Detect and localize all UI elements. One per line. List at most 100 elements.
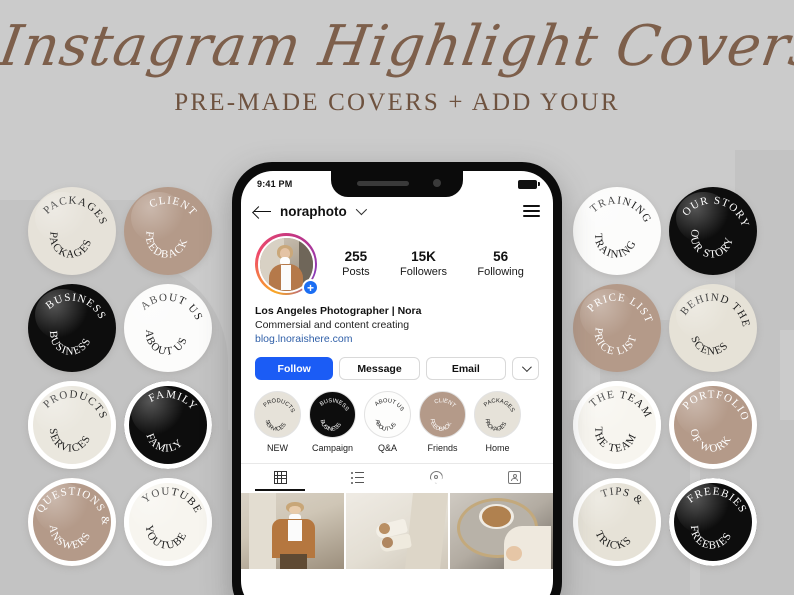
highlight-cover-thumb[interactable]: CLIENT FEEDBACK — [419, 391, 466, 438]
tagged-person-icon — [507, 471, 521, 484]
tab-places[interactable] — [397, 464, 475, 491]
more-options-button[interactable] — [511, 357, 539, 380]
cover-curved-text: OUR STORY OUR STORY — [679, 188, 756, 265]
photo-thumbnail[interactable] — [345, 493, 449, 569]
cover-curved-text: PORTFOLIO OF WORK — [679, 382, 756, 460]
cover-curved-text: TRAINING TRAINING — [586, 188, 657, 265]
hamburger-menu-icon[interactable] — [523, 205, 540, 217]
svg-text:SCENES: SCENES — [685, 333, 732, 362]
story-highlight[interactable]: PRODUCTS SERVICES NEW — [254, 391, 301, 454]
svg-text:OUR STORY: OUR STORY — [679, 188, 756, 232]
svg-text:FEEDBACK: FEEDBACK — [426, 417, 453, 435]
svg-text:PRODUCTS: PRODUCTS — [262, 395, 298, 415]
highlight-cover[interactable]: ABOUT US ABOUT US — [124, 284, 212, 372]
svg-text:CLIENT: CLIENT — [433, 396, 458, 410]
svg-text:FAMILY: FAMILY — [145, 384, 202, 415]
page-title: Instagram Highlight Covers — [0, 14, 794, 79]
highlight-cover-thumb[interactable]: PACKAGES PACKAGES — [474, 391, 521, 438]
bio-link[interactable]: blog.lnoraishere.com — [255, 332, 539, 346]
cover-curved-text: BEHIND THE SCENES — [677, 284, 758, 362]
highlight-cover[interactable]: BEHIND THE SCENES — [669, 284, 758, 372]
phone-notch — [331, 171, 463, 197]
svg-text:PORTFOLIO: PORTFOLIO — [679, 382, 756, 425]
profile-handle[interactable]: noraphoto — [280, 204, 347, 219]
tab-grid[interactable] — [241, 464, 319, 491]
highlight-cover[interactable]: CLIENT FEEDBACK — [124, 187, 212, 275]
highlight-cover[interactable]: PACKAGES PACKAGES — [28, 187, 116, 275]
cover-curved-text: FREEBIES FREEBIES — [684, 480, 753, 557]
photo-thumbnail[interactable] — [241, 493, 344, 569]
app-top-bar: noraphoto — [241, 197, 553, 225]
cover-curved-text: BUSINESS BUSINESS — [42, 285, 112, 362]
profile-tab-bar — [241, 463, 553, 491]
highlight-label: Friends — [427, 443, 458, 453]
story-highlight[interactable]: ABOUT US ABOUT US Q&A — [364, 391, 411, 454]
avatar[interactable]: + — [255, 233, 319, 296]
highlight-cover-thumb[interactable]: BUSINESS BUSINESS — [309, 391, 356, 438]
profile-stat[interactable]: 56 Following — [477, 248, 523, 280]
svg-text:ABOUT US: ABOUT US — [137, 285, 209, 325]
message-button[interactable]: Message — [339, 357, 420, 380]
stat-label: Followers — [399, 266, 448, 278]
cover-curved-text: FAMILY FAMILY — [141, 384, 202, 460]
stat-number: 255 — [344, 249, 368, 264]
highlight-cover[interactable]: PRICE LIST PRICE LIST — [573, 284, 661, 372]
highlight-cover[interactable]: QUESTIONS & ANSWERS — [28, 478, 118, 566]
cover-curved-text: TIPS & TRICKS — [590, 481, 648, 555]
cover-curved-text: PRICE LIST PRICE LIST — [584, 285, 660, 362]
cover-curved-text: BUSINESS BUSINESS — [317, 395, 352, 435]
list-icon — [351, 472, 365, 484]
phone-mockup: 9:41 PM noraphoto + 255 Posts 15K Follow… — [232, 162, 562, 595]
highlight-cover[interactable]: PRODUCTS SERVICES — [28, 381, 116, 469]
svg-text:THE TEAM: THE TEAM — [587, 424, 640, 460]
chevron-down-icon[interactable] — [355, 203, 367, 216]
highlight-cover[interactable]: BUSINESS BUSINESS — [28, 284, 116, 372]
profile-stat[interactable]: 15K Followers — [400, 248, 447, 280]
svg-text:PACKAGES: PACKAGES — [40, 188, 114, 229]
highlight-cover[interactable]: FAMILY FAMILY — [124, 381, 212, 469]
story-highlight[interactable]: BUSINESS BUSINESS Campaign — [309, 391, 356, 454]
photo-thumbnail[interactable] — [450, 493, 553, 569]
highlight-cover[interactable]: TRAINING TRAINING — [573, 187, 661, 275]
svg-text:YOUTUBE: YOUTUBE — [138, 480, 207, 518]
cover-curved-text: ABOUT US ABOUT US — [372, 395, 407, 435]
highlight-cover-thumb[interactable]: ABOUT US ABOUT US — [364, 391, 411, 438]
back-arrow-icon[interactable] — [254, 205, 271, 218]
svg-text:PACKAGES: PACKAGES — [482, 395, 517, 414]
follow-button[interactable]: Follow — [255, 357, 334, 380]
cover-curved-text: CLIENT FEEDBACK — [138, 190, 201, 265]
bio-name: Los Angeles Photographer | Nora — [255, 305, 422, 317]
profile-bio: Los Angeles Photographer | Nora Commersi… — [241, 295, 553, 346]
svg-text:ANSWERS: ANSWERS — [42, 522, 94, 556]
cover-curved-text: ABOUT US ABOUT US — [137, 285, 209, 362]
email-button[interactable]: Email — [425, 357, 506, 380]
highlight-label: Campaign — [311, 443, 354, 453]
highlight-cover[interactable]: FREEBIES FREEBIES — [669, 478, 757, 566]
svg-text:PRICE LIST: PRICE LIST — [587, 326, 639, 362]
tab-tagged[interactable] — [475, 464, 553, 491]
tab-guides[interactable] — [319, 464, 397, 491]
highlight-cover-thumb[interactable]: PRODUCTS SERVICES — [254, 391, 301, 438]
cover-curved-text: YOUTUBE YOUTUBE — [138, 480, 207, 556]
add-story-plus-icon[interactable]: + — [302, 279, 319, 296]
highlight-cover[interactable]: PORTFOLIO OF WORK — [669, 381, 757, 469]
highlight-cover[interactable]: TIPS & TRICKS — [573, 478, 661, 566]
stat-label: Posts — [342, 266, 370, 278]
story-highlight[interactable]: PACKAGES PACKAGES Home — [474, 391, 521, 454]
svg-text:TRAINING: TRAINING — [587, 230, 639, 265]
svg-text:FAMILY: FAMILY — [141, 430, 188, 460]
highlight-label: NEW — [267, 443, 288, 453]
earpiece-speaker — [357, 181, 409, 186]
svg-text:TIPS &: TIPS & — [597, 481, 647, 509]
story-highlight[interactable]: CLIENT FEEDBACK Friends — [419, 391, 466, 454]
svg-text:BUSINESS: BUSINESS — [42, 285, 112, 323]
profile-summary-row: + 255 Posts 15K Followers 56 Following — [241, 225, 553, 296]
svg-text:ABOUT US: ABOUT US — [372, 418, 399, 435]
svg-text:PRICE LIST: PRICE LIST — [584, 285, 660, 327]
battery-icon — [518, 179, 540, 189]
highlight-cover[interactable]: THE TEAM THE TEAM — [573, 381, 661, 469]
profile-stat[interactable]: 255 Posts — [342, 248, 370, 280]
highlight-cover[interactable]: YOUTUBE YOUTUBE — [124, 478, 212, 566]
highlight-cover[interactable]: OUR STORY OUR STORY — [669, 187, 757, 275]
poster-canvas: Instagram Highlight Covers PRE-MADE COVE… — [0, 0, 794, 595]
